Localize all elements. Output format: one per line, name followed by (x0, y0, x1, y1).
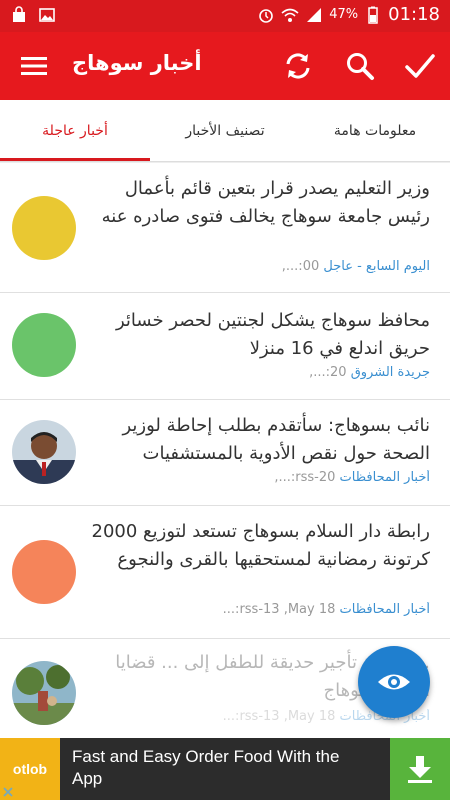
news-headline: محافظ سوهاج يشكل لجنتين لحصر خسائر حريق … (115, 310, 430, 359)
status-indicators: 47% 01:18 (257, 4, 440, 25)
park-photo-icon (12, 661, 76, 725)
news-source[interactable]: أخبار المحافظات (340, 602, 430, 617)
ad-close-icon[interactable] (2, 786, 14, 798)
news-meta: اليوم السابع - عاجل 00:..., (90, 259, 430, 274)
news-meta: أخبار المحافظات rss-20:..., (90, 470, 430, 485)
download-icon (408, 756, 432, 783)
status-notifications (10, 6, 56, 24)
news-time: 00:..., (281, 259, 320, 274)
tab-important-info[interactable]: معلومات هامة (300, 100, 450, 162)
ad-text[interactable]: Fast and Easy Order Food With the App (72, 746, 372, 790)
signal-icon (307, 7, 322, 22)
select-button[interactable] (400, 46, 440, 86)
news-time: 20:..., (309, 365, 347, 380)
search-icon (347, 53, 374, 80)
shopping-bag-icon (13, 6, 25, 22)
tab-selected-indicator (0, 158, 150, 161)
wifi-icon (281, 8, 299, 22)
app-bar: أخبار سوهاج (0, 32, 450, 100)
ad-banner[interactable]: otlob Fast and Easy Order Food With the … (0, 738, 450, 800)
news-time: rss-13 ,May 18:... (222, 709, 336, 724)
news-time: rss-13 ,May 18:... (222, 602, 336, 617)
news-item[interactable]: رابطة دار السلام بسوهاج تستعد لتوزيع 200… (0, 506, 450, 639)
news-meta: أخبار المحافظات rss-13 ,May 18:... (90, 602, 430, 617)
news-headline: رابطة دار السلام بسوهاج تستعد لتوزيع 200… (91, 521, 431, 570)
news-headline: نائب بسوهاج: سأتقدم بطلب إحاطة لوزير الص… (122, 415, 430, 464)
image-icon (39, 8, 55, 22)
tab-news-categories[interactable]: تصنيف الأخبار (150, 100, 300, 162)
news-meta: جريدة الشروق 20:..., (90, 365, 430, 380)
tab-bar: معلومات هامة تصنيف الأخبار أخبار عاجلة (0, 100, 450, 162)
news-source[interactable]: جريدة الشروق (351, 365, 430, 380)
refresh-icon (286, 53, 310, 79)
tab-breaking-news[interactable]: أخبار عاجلة (0, 100, 150, 162)
news-thumbnail (12, 196, 76, 260)
news-source[interactable]: اليوم السابع - عاجل (323, 259, 430, 274)
news-item[interactable]: وزير التعليم يصدر قرار بتعين قائم بأعمال… (0, 163, 450, 293)
alarm-icon (259, 8, 274, 23)
status-bar: 47% 01:18 (0, 0, 450, 32)
app-root: 47% 01:18 أخبار سوهاج معلومات هامة تصنيف… (0, 0, 450, 800)
news-item[interactable]: محافظ سوهاج يشكل لجنتين لحصر خسائر حريق … (0, 293, 450, 400)
news-headline: وزير التعليم يصدر قرار بتعين قائم بأعمال… (101, 178, 430, 227)
news-item[interactable]: نائب بسوهاج: سأتقدم بطلب إحاطة لوزير الص… (0, 400, 450, 506)
news-thumbnail-photo (12, 420, 76, 484)
clock: 01:18 (388, 4, 440, 25)
ad-brand-text: otlob (12, 761, 48, 777)
news-source[interactable]: أخبار المحافظات (340, 470, 430, 485)
hamburger-menu-icon (21, 57, 47, 75)
news-thumbnail (12, 313, 76, 377)
news-time: rss-20:..., (274, 470, 336, 485)
refresh-button[interactable] (278, 46, 318, 86)
search-button[interactable] (340, 46, 380, 86)
news-thumbnail-photo (12, 661, 76, 725)
menu-button[interactable] (14, 46, 54, 86)
check-icon (405, 54, 435, 78)
app-title: أخبار سوهاج (72, 51, 202, 75)
ad-download-button[interactable] (390, 738, 450, 800)
news-thumbnail (12, 540, 76, 604)
view-fab-button[interactable] (358, 646, 430, 718)
battery-percent: 47% (329, 7, 359, 22)
battery-icon (368, 6, 378, 24)
person-photo-icon (12, 420, 76, 484)
eye-icon (378, 674, 410, 690)
